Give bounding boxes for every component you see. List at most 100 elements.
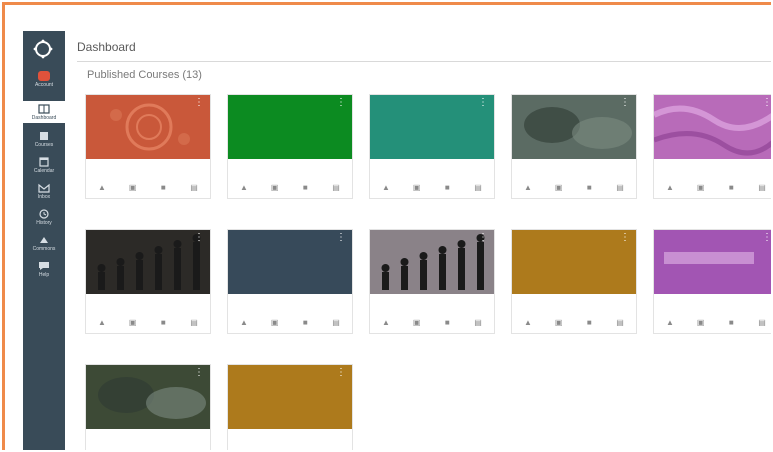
course-card[interactable]: ⋮ ▲ ▣ ■ ▤ <box>511 94 637 199</box>
course-card[interactable]: ⋮ ▲ ▣ ■ ▤ <box>653 94 771 199</box>
course-card-image[interactable]: ⋮ <box>370 95 494 159</box>
files-icon[interactable]: ▤ <box>330 183 342 192</box>
card-options-icon[interactable]: ⋮ <box>762 98 771 108</box>
card-options-icon[interactable]: ⋮ <box>762 233 771 243</box>
discussions-icon[interactable]: ■ <box>441 183 453 192</box>
announcements-icon[interactable]: ▲ <box>664 318 676 327</box>
files-icon[interactable]: ▤ <box>614 183 626 192</box>
files-icon[interactable]: ▤ <box>188 318 200 327</box>
course-card[interactable]: ⋮ ▲ ▣ ■ ▤ <box>85 94 211 199</box>
course-card[interactable]: ⋮ ▲ ▣ ■ ▤ <box>369 229 495 334</box>
announcements-icon[interactable]: ▲ <box>522 318 534 327</box>
nav-inbox[interactable]: Inbox <box>23 183 65 200</box>
card-options-icon[interactable]: ⋮ <box>194 98 204 108</box>
course-card-image[interactable]: ⋮ <box>228 95 352 159</box>
course-card-image[interactable]: ⋮ <box>654 230 771 294</box>
card-options-icon[interactable]: ⋮ <box>336 233 346 243</box>
card-options-icon[interactable]: ⋮ <box>478 98 488 108</box>
nav-history[interactable]: History <box>23 209 65 226</box>
announcements-icon[interactable]: ▲ <box>380 183 392 192</box>
course-card-image[interactable]: ⋮ <box>370 230 494 294</box>
course-card-image[interactable]: ⋮ <box>86 230 210 294</box>
course-card-image[interactable]: ⋮ <box>228 365 352 429</box>
discussions-icon[interactable]: ■ <box>583 183 595 192</box>
course-name[interactable] <box>378 165 486 173</box>
course-name[interactable] <box>236 165 344 173</box>
course-name[interactable] <box>520 300 628 308</box>
nav-courses[interactable]: Courses <box>23 131 65 148</box>
card-options-icon[interactable]: ⋮ <box>194 368 204 378</box>
discussions-icon[interactable]: ■ <box>583 318 595 327</box>
assignments-icon[interactable]: ▣ <box>127 183 139 192</box>
course-card-image[interactable]: ⋮ <box>512 230 636 294</box>
assignments-icon[interactable]: ▣ <box>127 318 139 327</box>
announcements-icon[interactable]: ▲ <box>238 183 250 192</box>
discussions-icon[interactable]: ■ <box>157 183 169 192</box>
course-name[interactable] <box>94 435 202 443</box>
nav-calendar[interactable]: Calendar <box>23 157 65 174</box>
card-options-icon[interactable]: ⋮ <box>620 233 630 243</box>
files-icon[interactable]: ▤ <box>472 183 484 192</box>
course-card-actions: ▲ ▣ ■ ▤ <box>664 318 768 327</box>
files-icon[interactable]: ▤ <box>756 318 768 327</box>
card-options-icon[interactable]: ⋮ <box>336 98 346 108</box>
card-options-icon[interactable]: ⋮ <box>478 233 488 243</box>
assignments-icon[interactable]: ▣ <box>269 183 281 192</box>
discussions-icon[interactable]: ■ <box>725 183 737 192</box>
course-name[interactable] <box>94 165 202 173</box>
course-card-image[interactable]: ⋮ <box>86 365 210 429</box>
course-card-image[interactable]: ⋮ <box>228 230 352 294</box>
announcements-icon[interactable]: ▲ <box>380 318 392 327</box>
course-name[interactable] <box>662 300 770 308</box>
files-icon[interactable]: ▤ <box>614 318 626 327</box>
course-name[interactable] <box>236 300 344 308</box>
course-card[interactable]: ⋮ ▲ ▣ ■ ▤ <box>369 94 495 199</box>
nav-help[interactable]: Help <box>23 261 65 278</box>
assignments-icon[interactable]: ▣ <box>553 183 565 192</box>
course-card-image[interactable]: ⋮ <box>512 95 636 159</box>
announcements-icon[interactable]: ▲ <box>96 183 108 192</box>
discussions-icon[interactable]: ■ <box>299 318 311 327</box>
course-card[interactable]: ⋮ ▲ ▣ ■ ▤ <box>85 229 211 334</box>
course-card-image[interactable]: ⋮ <box>654 95 771 159</box>
nav-account[interactable]: Account <box>23 71 65 88</box>
card-options-icon[interactable]: ⋮ <box>336 368 346 378</box>
course-card[interactable]: ⋮ ▲ ▣ ■ ▤ <box>227 229 353 334</box>
nav-commons[interactable]: Commons <box>23 235 65 252</box>
course-name[interactable] <box>520 165 628 173</box>
nav-dashboard[interactable]: Dashboard <box>23 101 65 123</box>
course-card[interactable]: ⋮ ▲ ▣ ■ ▤ <box>227 94 353 199</box>
files-icon[interactable]: ▤ <box>330 318 342 327</box>
assignments-icon[interactable]: ▣ <box>269 318 281 327</box>
assignments-icon[interactable]: ▣ <box>553 318 565 327</box>
discussions-icon[interactable]: ■ <box>157 318 169 327</box>
discussions-icon[interactable]: ■ <box>725 318 737 327</box>
canvas-logo-icon[interactable] <box>33 39 53 59</box>
assignments-icon[interactable]: ▣ <box>411 183 423 192</box>
course-card[interactable]: ⋮ ▲ ▣ ■ ▤ <box>511 229 637 334</box>
course-name[interactable] <box>94 300 202 308</box>
assignments-icon[interactable]: ▣ <box>695 183 707 192</box>
files-icon[interactable]: ▤ <box>472 318 484 327</box>
files-icon[interactable]: ▤ <box>756 183 768 192</box>
card-options-icon[interactable]: ⋮ <box>194 233 204 243</box>
course-name[interactable] <box>236 435 344 443</box>
course-name[interactable] <box>378 300 486 308</box>
course-card-image[interactable]: ⋮ <box>86 95 210 159</box>
assignments-icon[interactable]: ▣ <box>411 318 423 327</box>
course-card[interactable]: ⋮▲▣■▤ <box>227 364 353 450</box>
card-options-icon[interactable]: ⋮ <box>620 98 630 108</box>
announcements-icon[interactable]: ▲ <box>238 318 250 327</box>
discussions-icon[interactable]: ■ <box>441 318 453 327</box>
nav-account-label: Account <box>34 82 54 88</box>
files-icon[interactable]: ▤ <box>188 183 200 192</box>
announcements-icon[interactable]: ▲ <box>664 183 676 192</box>
course-card[interactable]: ⋮ ▲ ▣ ■ ▤ <box>653 229 771 334</box>
course-card[interactable]: ⋮▲▣■▤ <box>85 364 211 450</box>
assignments-icon[interactable]: ▣ <box>695 318 707 327</box>
announcements-icon[interactable]: ▲ <box>522 183 534 192</box>
course-name[interactable] <box>662 165 770 173</box>
course-term <box>378 174 486 180</box>
discussions-icon[interactable]: ■ <box>299 183 311 192</box>
announcements-icon[interactable]: ▲ <box>96 318 108 327</box>
